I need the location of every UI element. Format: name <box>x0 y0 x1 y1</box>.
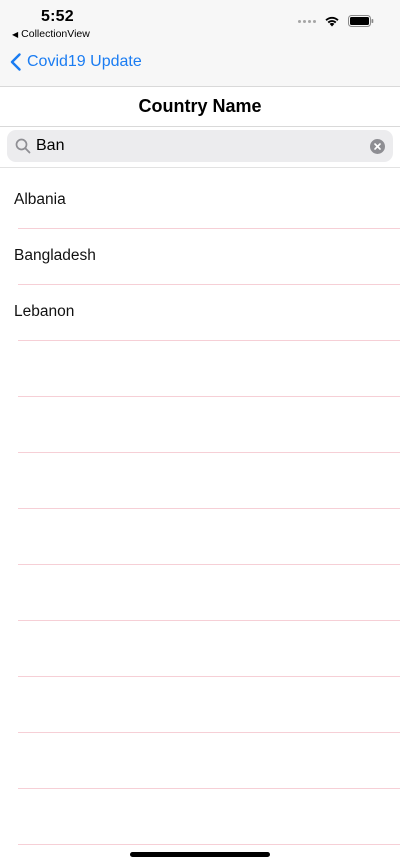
empty-list-row <box>0 677 400 733</box>
top-chrome: 5:52 ◀ CollectionView Covid19 Update <box>0 0 400 86</box>
empty-list-row <box>0 621 400 677</box>
empty-list-row <box>0 453 400 509</box>
nav-back-button[interactable]: Covid19 Update <box>10 53 142 71</box>
search-bar <box>0 127 400 168</box>
page-title: Country Name <box>138 96 262 116</box>
back-to-app-label: CollectionView <box>21 28 90 40</box>
back-triangle-icon: ◀ <box>12 29 19 39</box>
empty-list-row <box>0 565 400 621</box>
clear-x-icon <box>374 143 381 150</box>
search-field[interactable] <box>7 130 393 162</box>
list-item[interactable]: Albania <box>0 173 400 229</box>
search-input[interactable] <box>36 130 356 162</box>
clear-search-button[interactable] <box>370 139 385 154</box>
list-item[interactable]: Lebanon <box>0 285 400 341</box>
search-icon <box>15 138 31 154</box>
empty-list-row <box>0 733 400 789</box>
country-name: Lebanon <box>14 303 75 320</box>
row-separator <box>18 844 400 845</box>
back-to-app-link[interactable]: ◀ CollectionView <box>12 28 90 40</box>
battery-icon <box>348 15 374 27</box>
status-icons <box>298 15 374 27</box>
country-name: Bangladesh <box>14 247 96 264</box>
status-time: 5:52 <box>41 8 74 25</box>
title-bar: Country Name <box>0 86 400 127</box>
empty-list-row <box>0 509 400 565</box>
empty-list-row <box>0 789 400 845</box>
home-indicator <box>130 852 270 857</box>
chevron-left-icon <box>10 53 21 71</box>
status-bar: 5:52 ◀ CollectionView <box>0 0 400 44</box>
wifi-icon <box>324 15 340 27</box>
country-name: Albania <box>14 191 66 208</box>
country-list: Albania Bangladesh Lebanon <box>0 173 400 845</box>
empty-list-row <box>0 341 400 397</box>
cellular-signal-icon <box>298 19 316 23</box>
empty-list-row <box>0 397 400 453</box>
nav-back-label: Covid19 Update <box>27 53 142 70</box>
list-item[interactable]: Bangladesh <box>0 229 400 285</box>
